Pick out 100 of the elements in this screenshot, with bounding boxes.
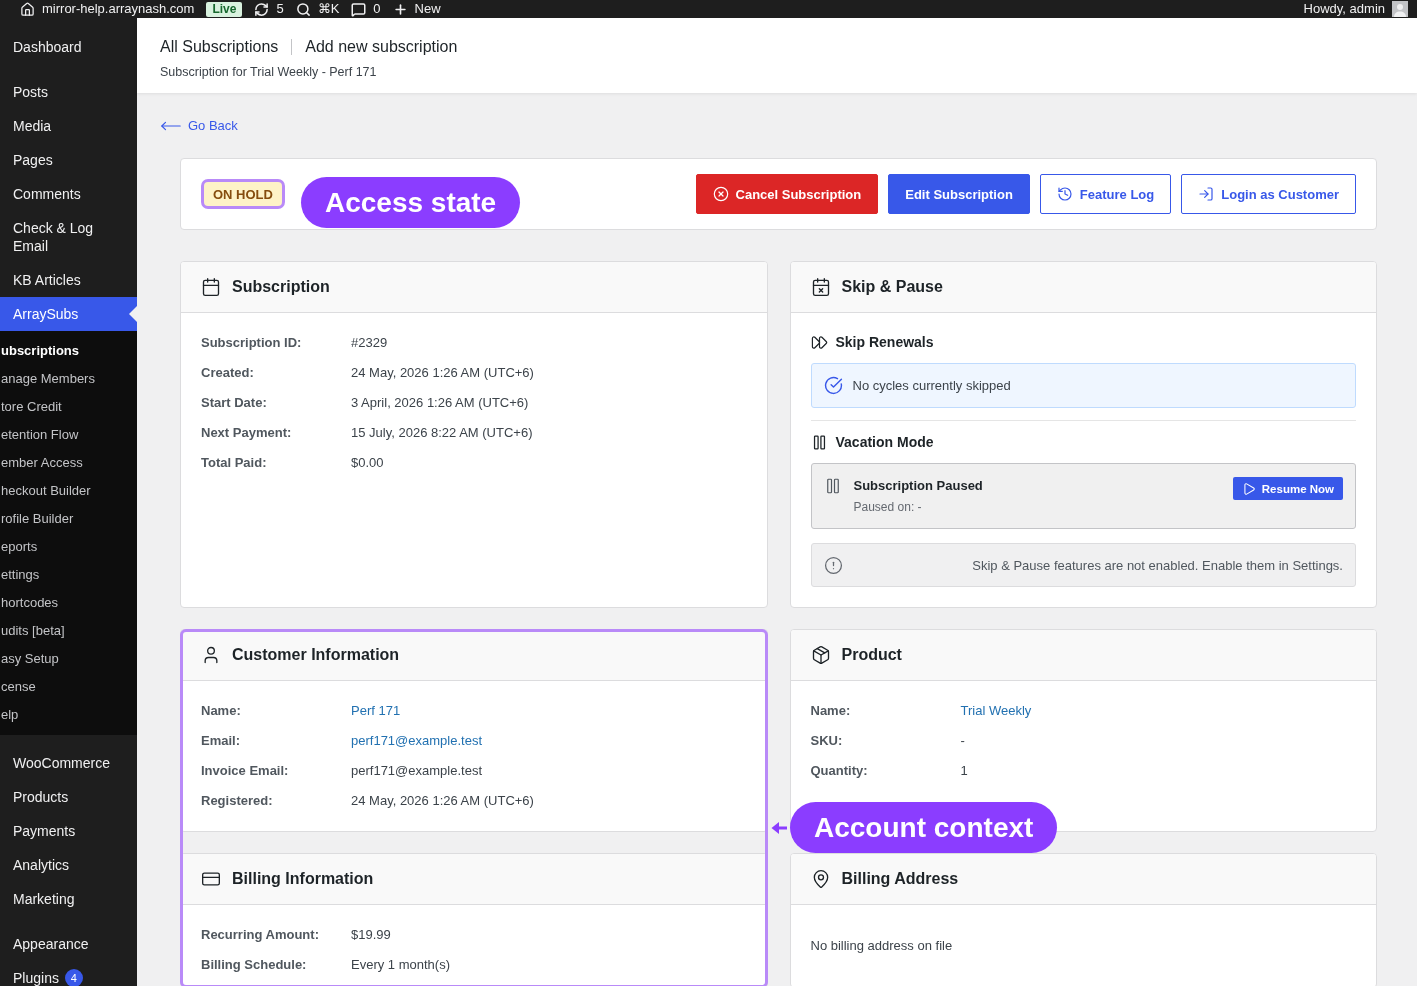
x-circle-icon (712, 186, 729, 202)
plus-icon (392, 1, 408, 17)
field-value: 24 May, 2026 1:26 AM (UTC+6) (351, 364, 534, 382)
sidebar-item[interactable]: Analytics (0, 848, 137, 882)
sidebar-item[interactable]: ArraySubs (0, 297, 137, 331)
card-title: Billing Information (232, 870, 374, 888)
notice-text: Skip & Pause features are not enabled. Enable them in Settings. (972, 557, 1343, 573)
sidebar-item[interactable]: Plugins 4 (0, 961, 137, 986)
sidebar-item[interactable]: Marketing (0, 882, 137, 916)
resume-button[interactable]: Resume Now (1232, 477, 1343, 500)
field-label: Created: (201, 364, 254, 382)
back-link[interactable]: Go Back (160, 115, 238, 137)
environment-badge: Live (206, 1, 243, 17)
field-value: $0.00 (351, 454, 384, 472)
calendar-x-icon (810, 277, 831, 297)
speech-bubble-icon (351, 1, 367, 17)
active-notch-icon (129, 306, 137, 322)
search-button[interactable]: ⌘K (295, 0, 340, 18)
search-icon (295, 1, 311, 17)
empty-message: No billing address on file (810, 937, 954, 955)
greeting-text[interactable]: Howdy, admin (1303, 0, 1385, 18)
field-label: Billing Schedule: (201, 956, 307, 974)
field-label: Recurring Amount: (201, 926, 319, 944)
submenu-item[interactable]: anage Members (0, 365, 137, 393)
card-title: Billing Address (841, 870, 959, 888)
action-button[interactable]: Login as Customer (1181, 174, 1356, 214)
submenu-item[interactable]: tore Credit (0, 393, 137, 421)
field-label: Email: (201, 732, 240, 750)
field-value: 24 May, 2026 1:26 AM (UTC+6) (351, 792, 534, 810)
submenu-item[interactable]: etention Flow (0, 421, 137, 449)
field-label: Name: (810, 702, 851, 720)
submenu-item[interactable]: ettings (0, 561, 137, 589)
new-button[interactable]: New (392, 0, 441, 18)
updates-button[interactable]: 5 (254, 0, 284, 18)
sidebar-item[interactable]: Payments (0, 814, 137, 848)
alert-circle-icon (823, 555, 843, 575)
submenu-item[interactable]: elp (0, 701, 137, 729)
submenu-item[interactable]: ubscriptions (0, 337, 137, 365)
field-value: perf171@example.test (351, 762, 482, 780)
field-value: 3 April, 2026 1:26 AM (UTC+6) (351, 394, 529, 412)
sidebar-item[interactable]: Pages (0, 143, 137, 177)
paused-on-text: Paused on: - (853, 499, 923, 515)
breadcrumb-link[interactable]: All Subscriptions (160, 36, 279, 58)
sidebar-item[interactable]: Comments (0, 177, 137, 211)
skip-status-text: No cycles currently skipped (852, 378, 1011, 393)
sidebar-item[interactable]: Check & Log Email (0, 211, 137, 263)
sidebar-item[interactable]: Products (0, 780, 137, 814)
avatar-icon[interactable] (1392, 1, 1408, 17)
callout-label: Account context (790, 802, 1058, 853)
callout-arrow-icon (771, 820, 787, 835)
refresh-icon (254, 1, 270, 17)
breadcrumb-link[interactable]: Add new subscription (305, 36, 458, 58)
submenu-item[interactable]: hortcodes (0, 589, 137, 617)
login-icon (1198, 186, 1215, 202)
value-link[interactable]: Perf 171 (351, 701, 401, 721)
page-subtitle: Subscription for Trial Weekly - Perf 171 (160, 64, 378, 80)
check-circle-icon (823, 376, 843, 395)
field-label: SKU: (810, 732, 843, 750)
field-label: Subscription ID: (201, 334, 302, 352)
comments-button[interactable]: 0 (351, 0, 381, 18)
calendar-icon (201, 277, 221, 297)
card-title: Skip & Pause (841, 278, 943, 296)
submenu-item[interactable]: udits [beta] (0, 617, 137, 645)
submenu-item[interactable]: asy Setup (0, 645, 137, 673)
submenu-item[interactable]: heckout Builder (0, 477, 137, 505)
callout-label: Access state (300, 177, 521, 228)
card-title: Subscription (232, 278, 330, 296)
field-value: #2329 (351, 334, 388, 352)
field-label: Next Payment: (201, 424, 292, 442)
action-button[interactable]: Feature Log (1039, 174, 1172, 214)
submenu-item[interactable]: eports (0, 533, 137, 561)
value-link[interactable]: perf171@example.test (351, 731, 482, 751)
value-link[interactable]: Trial Weekly (960, 701, 1032, 721)
sidebar-item[interactable]: Posts (0, 75, 137, 109)
action-button[interactable]: Cancel Subscription (695, 174, 879, 214)
field-value: 1 (960, 762, 968, 780)
field-label: Name: (201, 702, 241, 720)
field-value: $19.99 (351, 926, 391, 944)
play-icon (1241, 481, 1256, 496)
site-link[interactable]: mirror-help.arraynash.com (20, 0, 195, 18)
field-label: Invoice Email: (201, 762, 289, 780)
field-label: Start Date: (201, 394, 267, 412)
sidebar-item[interactable]: KB Articles (0, 263, 137, 297)
submenu-item[interactable]: rofile Builder (0, 505, 137, 533)
history-icon (1056, 186, 1073, 202)
submenu-item[interactable]: cense (0, 673, 137, 701)
field-label: Quantity: (810, 762, 868, 780)
package-icon (810, 645, 831, 665)
home-icon (20, 1, 35, 17)
submenu-item[interactable]: ember Access (0, 449, 137, 477)
section-heading: Vacation Mode (835, 433, 934, 451)
sidebar-item[interactable]: Media (0, 109, 137, 143)
card-title: Customer Information (232, 646, 400, 664)
sidebar-item[interactable]: Appearance (0, 927, 137, 961)
sidebar-item[interactable]: WooCommerce (0, 746, 137, 780)
paused-status-text: Subscription Paused (853, 477, 983, 495)
field-value: - (960, 732, 965, 750)
field-label: Registered: (201, 792, 273, 810)
sidebar-item[interactable]: Dashboard (0, 30, 137, 64)
action-button[interactable]: Edit Subscription (888, 174, 1030, 214)
